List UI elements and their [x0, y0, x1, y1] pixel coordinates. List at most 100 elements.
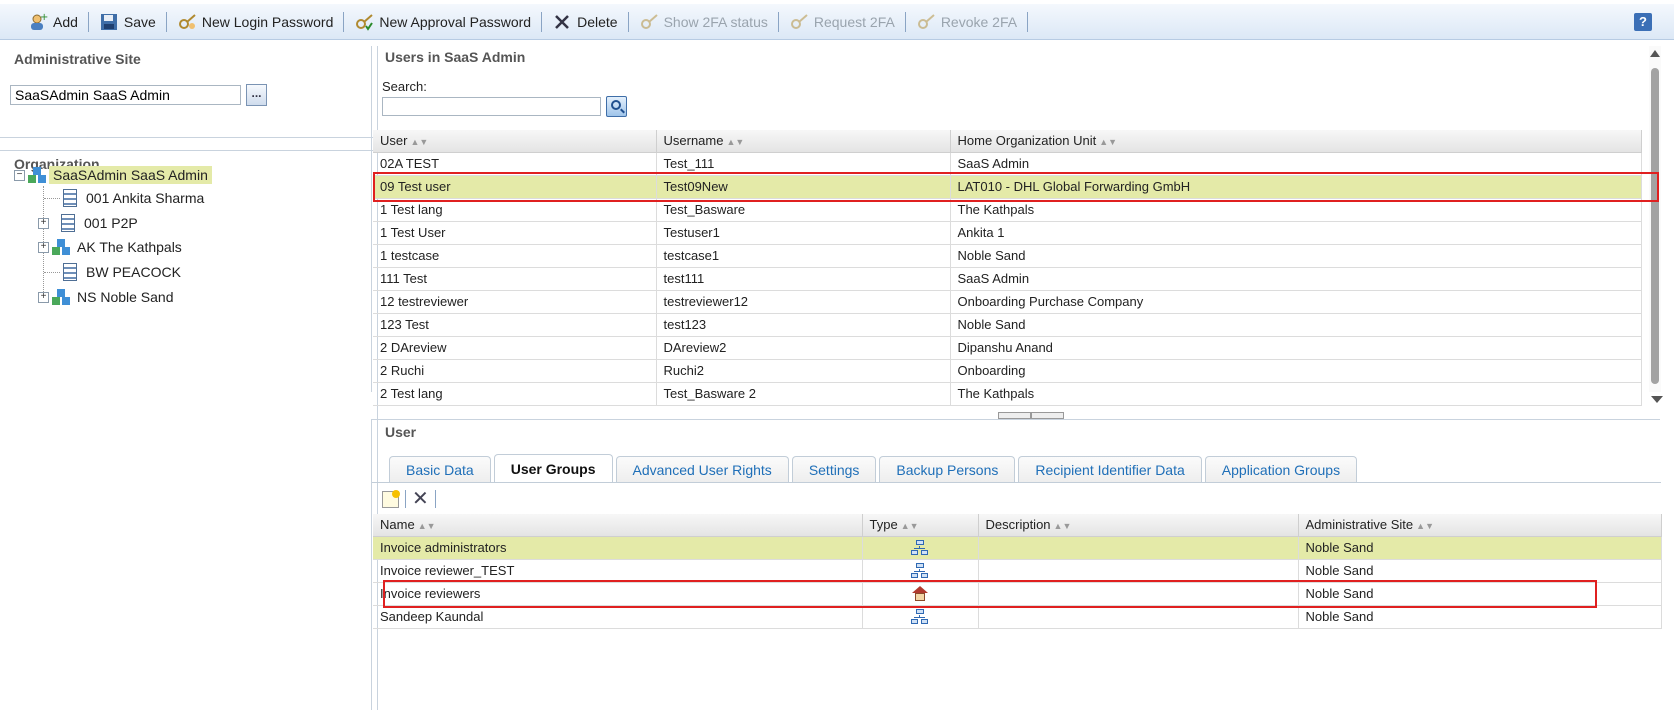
key-user-icon — [177, 12, 197, 32]
group-hierarchy-icon — [911, 539, 929, 556]
tree-connector — [44, 198, 60, 199]
tree-node[interactable]: + NS Noble Sand — [38, 287, 178, 307]
tree-node[interactable]: + AK The Kathpals — [38, 237, 186, 257]
search-input[interactable] — [382, 97, 601, 116]
table-row[interactable]: 123 Test test123 Noble Sand — [373, 313, 1642, 337]
tab-settings[interactable]: Settings — [791, 456, 877, 482]
new-approval-password-label: New Approval Password — [379, 13, 532, 30]
tree-node-label[interactable]: AK The Kathpals — [73, 238, 186, 256]
table-row[interactable]: 2 DAreview DAreview2 Dipanshu Anand — [373, 336, 1642, 360]
column-header-administrative-site[interactable]: Administrative Site ▲▼ — [1298, 514, 1662, 537]
search-label: Search: — [382, 79, 427, 94]
table-row[interactable]: 12 testreviewer testreviewer12 Onboarding … — [373, 290, 1642, 314]
tree-node[interactable]: 001 Ankita Sharma — [60, 188, 208, 208]
column-header-description[interactable]: Description ▲▼ — [978, 514, 1299, 537]
administrative-site-field[interactable] — [10, 85, 241, 105]
tab-user-groups[interactable]: User Groups — [493, 454, 613, 482]
delete-label: Delete — [577, 13, 618, 30]
table-row[interactable]: 2 Test lang Test_Basware 2 The Kathpals — [373, 382, 1642, 406]
sort-icon: ▲▼ — [410, 137, 429, 148]
revoke-2fa-button[interactable]: Revoke 2FA — [910, 10, 1023, 34]
floppy-disk-icon — [99, 12, 119, 32]
new-login-password-button[interactable]: New Login Password — [171, 10, 340, 34]
table-row[interactable]: Sandeep Kaundal Noble Sand — [373, 605, 1662, 629]
column-header-username[interactable]: Username ▲▼ — [656, 130, 951, 153]
user-tabs: Basic Data User Groups Advanced User Rig… — [389, 454, 1360, 482]
column-header-user[interactable]: User ▲▼ — [373, 130, 657, 153]
tree-node[interactable]: + 001 P2P — [38, 213, 142, 233]
help-icon[interactable]: ? — [1634, 13, 1652, 31]
users-scrollbar[interactable] — [1649, 46, 1661, 392]
table-row[interactable]: 2 Ruchi Ruchi2 Onboarding — [373, 359, 1642, 383]
toolbar-separator — [343, 11, 345, 32]
toolbar-separator — [627, 11, 629, 32]
add-label: Add — [53, 13, 78, 30]
toolbar-separator — [1027, 11, 1029, 32]
table-row[interactable]: 1 testcase testcase1 Noble Sand — [373, 244, 1642, 268]
toolbar-separator — [777, 11, 779, 32]
column-header-type[interactable]: Type ▲▼ — [862, 514, 979, 537]
new-login-password-label: New Login Password — [201, 13, 334, 30]
column-header-name[interactable]: Name ▲▼ — [373, 514, 863, 537]
remove-x-icon[interactable]: ✕ — [412, 489, 429, 509]
new-approval-password-button[interactable]: New Approval Password — [348, 10, 537, 34]
add-user-icon: + — [28, 12, 48, 32]
toolbar-separator — [541, 11, 543, 32]
tree-node-label[interactable]: BW PEACOCK — [82, 263, 185, 281]
user-details-panel: User Basic Data User Groups Advanced Use… — [371, 419, 1662, 710]
tab-advanced-user-rights[interactable]: Advanced User Rights — [615, 456, 789, 482]
show-2fa-status-button[interactable]: Show 2FA status — [633, 10, 774, 34]
tab-recipient-identifier-data[interactable]: Recipient Identifier Data — [1018, 456, 1202, 482]
delete-button[interactable]: Delete — [546, 10, 623, 34]
tree-connector — [44, 272, 60, 273]
tree-node-label[interactable]: 001 Ankita Sharma — [82, 189, 208, 207]
users-table-header: User ▲▼ Username ▲▼ Home Organization Unit… — [373, 130, 1642, 153]
toolbar-separator — [434, 490, 436, 508]
table-row[interactable]: 111 Test test111 SaaS Admin — [373, 267, 1642, 291]
table-row-selected[interactable]: Invoice administrators Noble Sand — [373, 536, 1662, 560]
save-label: Save — [123, 13, 156, 30]
organization-icon — [27, 166, 47, 184]
user-groups-table: Name ▲▼ Type ▲▼ Description ▲▼ Administrati… — [373, 514, 1662, 629]
new-item-icon[interactable] — [382, 489, 400, 508]
tree-node-label[interactable]: SaaSAdmin SaaS Admin — [49, 166, 212, 184]
building-icon — [63, 263, 77, 281]
browse-site-button[interactable]: ... — [246, 84, 267, 106]
two-factor-key-icon — [916, 12, 936, 32]
two-factor-key-icon — [789, 12, 809, 32]
collapse-toggle-icon[interactable]: − — [14, 169, 25, 181]
tab-basic-data[interactable]: Basic Data — [389, 456, 491, 482]
building-icon — [61, 214, 75, 232]
table-row[interactable]: 1 Test User Testuser1 Ankita 1 — [373, 221, 1642, 245]
tree-node[interactable]: BW PEACOCK — [60, 262, 185, 282]
tab-application-groups[interactable]: Application Groups — [1204, 456, 1358, 482]
expand-toggle-icon[interactable]: + — [38, 217, 49, 229]
save-button[interactable]: Save — [93, 10, 162, 34]
tree-node-label[interactable]: NS Noble Sand — [73, 288, 178, 306]
toolbar-separator — [904, 11, 906, 32]
add-button[interactable]: + Add — [22, 10, 84, 34]
approval-key-icon — [354, 12, 374, 32]
users-panel-title: Users in SaaS Admin — [385, 49, 526, 65]
organization-icon — [51, 238, 71, 256]
scroll-up-icon[interactable] — [1650, 50, 1660, 57]
tree-node-label[interactable]: 001 P2P — [80, 214, 142, 232]
tab-backup-persons[interactable]: Backup Persons — [879, 456, 1016, 482]
table-row[interactable]: Invoice reviewer_TEST Noble Sand — [373, 559, 1662, 583]
column-header-home-org-unit[interactable]: Home Organization Unit ▲▼ — [950, 130, 1642, 153]
main-toolbar: + Add Save New Login Password New Approv… — [0, 4, 1674, 40]
highlight-box-selected-user — [373, 172, 1659, 202]
groups-toolbar: ✕ — [382, 488, 442, 510]
delete-x-icon — [552, 12, 572, 32]
panel-splitter[interactable] — [998, 412, 1064, 419]
toolbar-separator — [87, 11, 89, 32]
scroll-thumb[interactable] — [1651, 68, 1659, 384]
two-factor-key-icon — [639, 12, 659, 32]
search-button[interactable] — [606, 96, 627, 117]
expand-toggle-icon[interactable]: + — [38, 291, 49, 303]
tree-node-root[interactable]: − SaaSAdmin SaaS Admin — [14, 165, 212, 185]
show-2fa-status-label: Show 2FA status — [663, 13, 768, 30]
scroll-down-icon[interactable] — [1651, 396, 1663, 403]
request-2fa-button[interactable]: Request 2FA — [783, 10, 901, 34]
expand-toggle-icon[interactable]: + — [38, 241, 49, 253]
